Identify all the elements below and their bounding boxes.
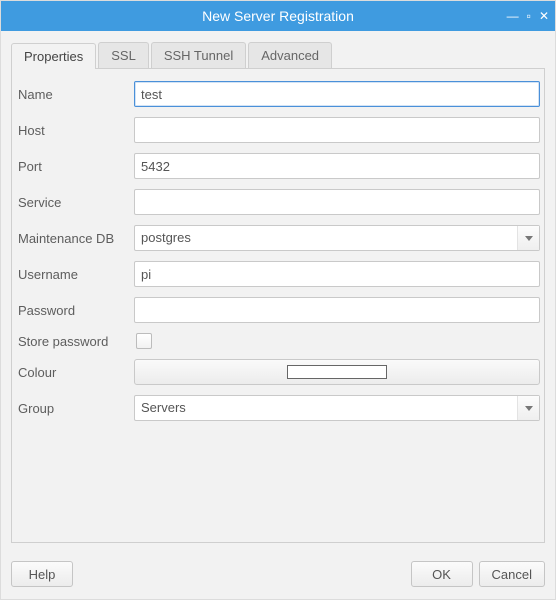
tabbar: Properties SSL SSH Tunnel Advanced: [11, 41, 545, 69]
tab-label: Properties: [24, 49, 83, 64]
maintenance-db-label: Maintenance DB: [16, 231, 134, 246]
host-label: Host: [16, 123, 134, 138]
help-button[interactable]: Help: [11, 561, 73, 587]
maximize-icon[interactable]: ▫: [527, 10, 531, 22]
tab-ssh-tunnel[interactable]: SSH Tunnel: [151, 42, 246, 68]
password-input[interactable]: [134, 297, 540, 323]
colour-swatch: [287, 365, 387, 379]
chevron-down-icon[interactable]: [517, 396, 539, 420]
colour-button[interactable]: [134, 359, 540, 385]
window-controls: — ▫ ✕: [507, 1, 549, 31]
window-title: New Server Registration: [202, 8, 354, 24]
name-input[interactable]: [134, 81, 540, 107]
maintenance-db-value: postgres: [135, 226, 517, 250]
cancel-button[interactable]: Cancel: [479, 561, 545, 587]
group-value: Servers: [135, 396, 517, 420]
host-input[interactable]: [134, 117, 540, 143]
close-icon[interactable]: ✕: [539, 10, 549, 22]
chevron-down-icon[interactable]: [517, 226, 539, 250]
username-label: Username: [16, 267, 134, 282]
tab-label: SSH Tunnel: [164, 48, 233, 63]
ok-button[interactable]: OK: [411, 561, 473, 587]
tab-label: Advanced: [261, 48, 319, 63]
tab-ssl[interactable]: SSL: [98, 42, 149, 68]
password-label: Password: [16, 303, 134, 318]
name-label: Name: [16, 87, 134, 102]
store-password-label: Store password: [16, 334, 134, 349]
port-label: Port: [16, 159, 134, 174]
store-password-checkbox[interactable]: [136, 333, 152, 349]
service-input[interactable]: [134, 189, 540, 215]
minimize-icon[interactable]: —: [507, 10, 519, 22]
button-bar: Help OK Cancel: [1, 553, 555, 599]
tab-advanced[interactable]: Advanced: [248, 42, 332, 68]
titlebar: New Server Registration — ▫ ✕: [1, 1, 555, 31]
new-server-dialog: New Server Registration — ▫ ✕ Properties…: [0, 0, 556, 600]
username-input[interactable]: [134, 261, 540, 287]
properties-tabpage: Name Host Port Service Maintenance DB po: [11, 69, 545, 543]
maintenance-db-combo[interactable]: postgres: [134, 225, 540, 251]
tab-label: SSL: [111, 48, 136, 63]
service-label: Service: [16, 195, 134, 210]
group-label: Group: [16, 401, 134, 416]
group-combo[interactable]: Servers: [134, 395, 540, 421]
port-input[interactable]: [134, 153, 540, 179]
dialog-content: Properties SSL SSH Tunnel Advanced Name …: [1, 31, 555, 553]
tab-properties[interactable]: Properties: [11, 43, 96, 69]
colour-label: Colour: [16, 365, 134, 380]
